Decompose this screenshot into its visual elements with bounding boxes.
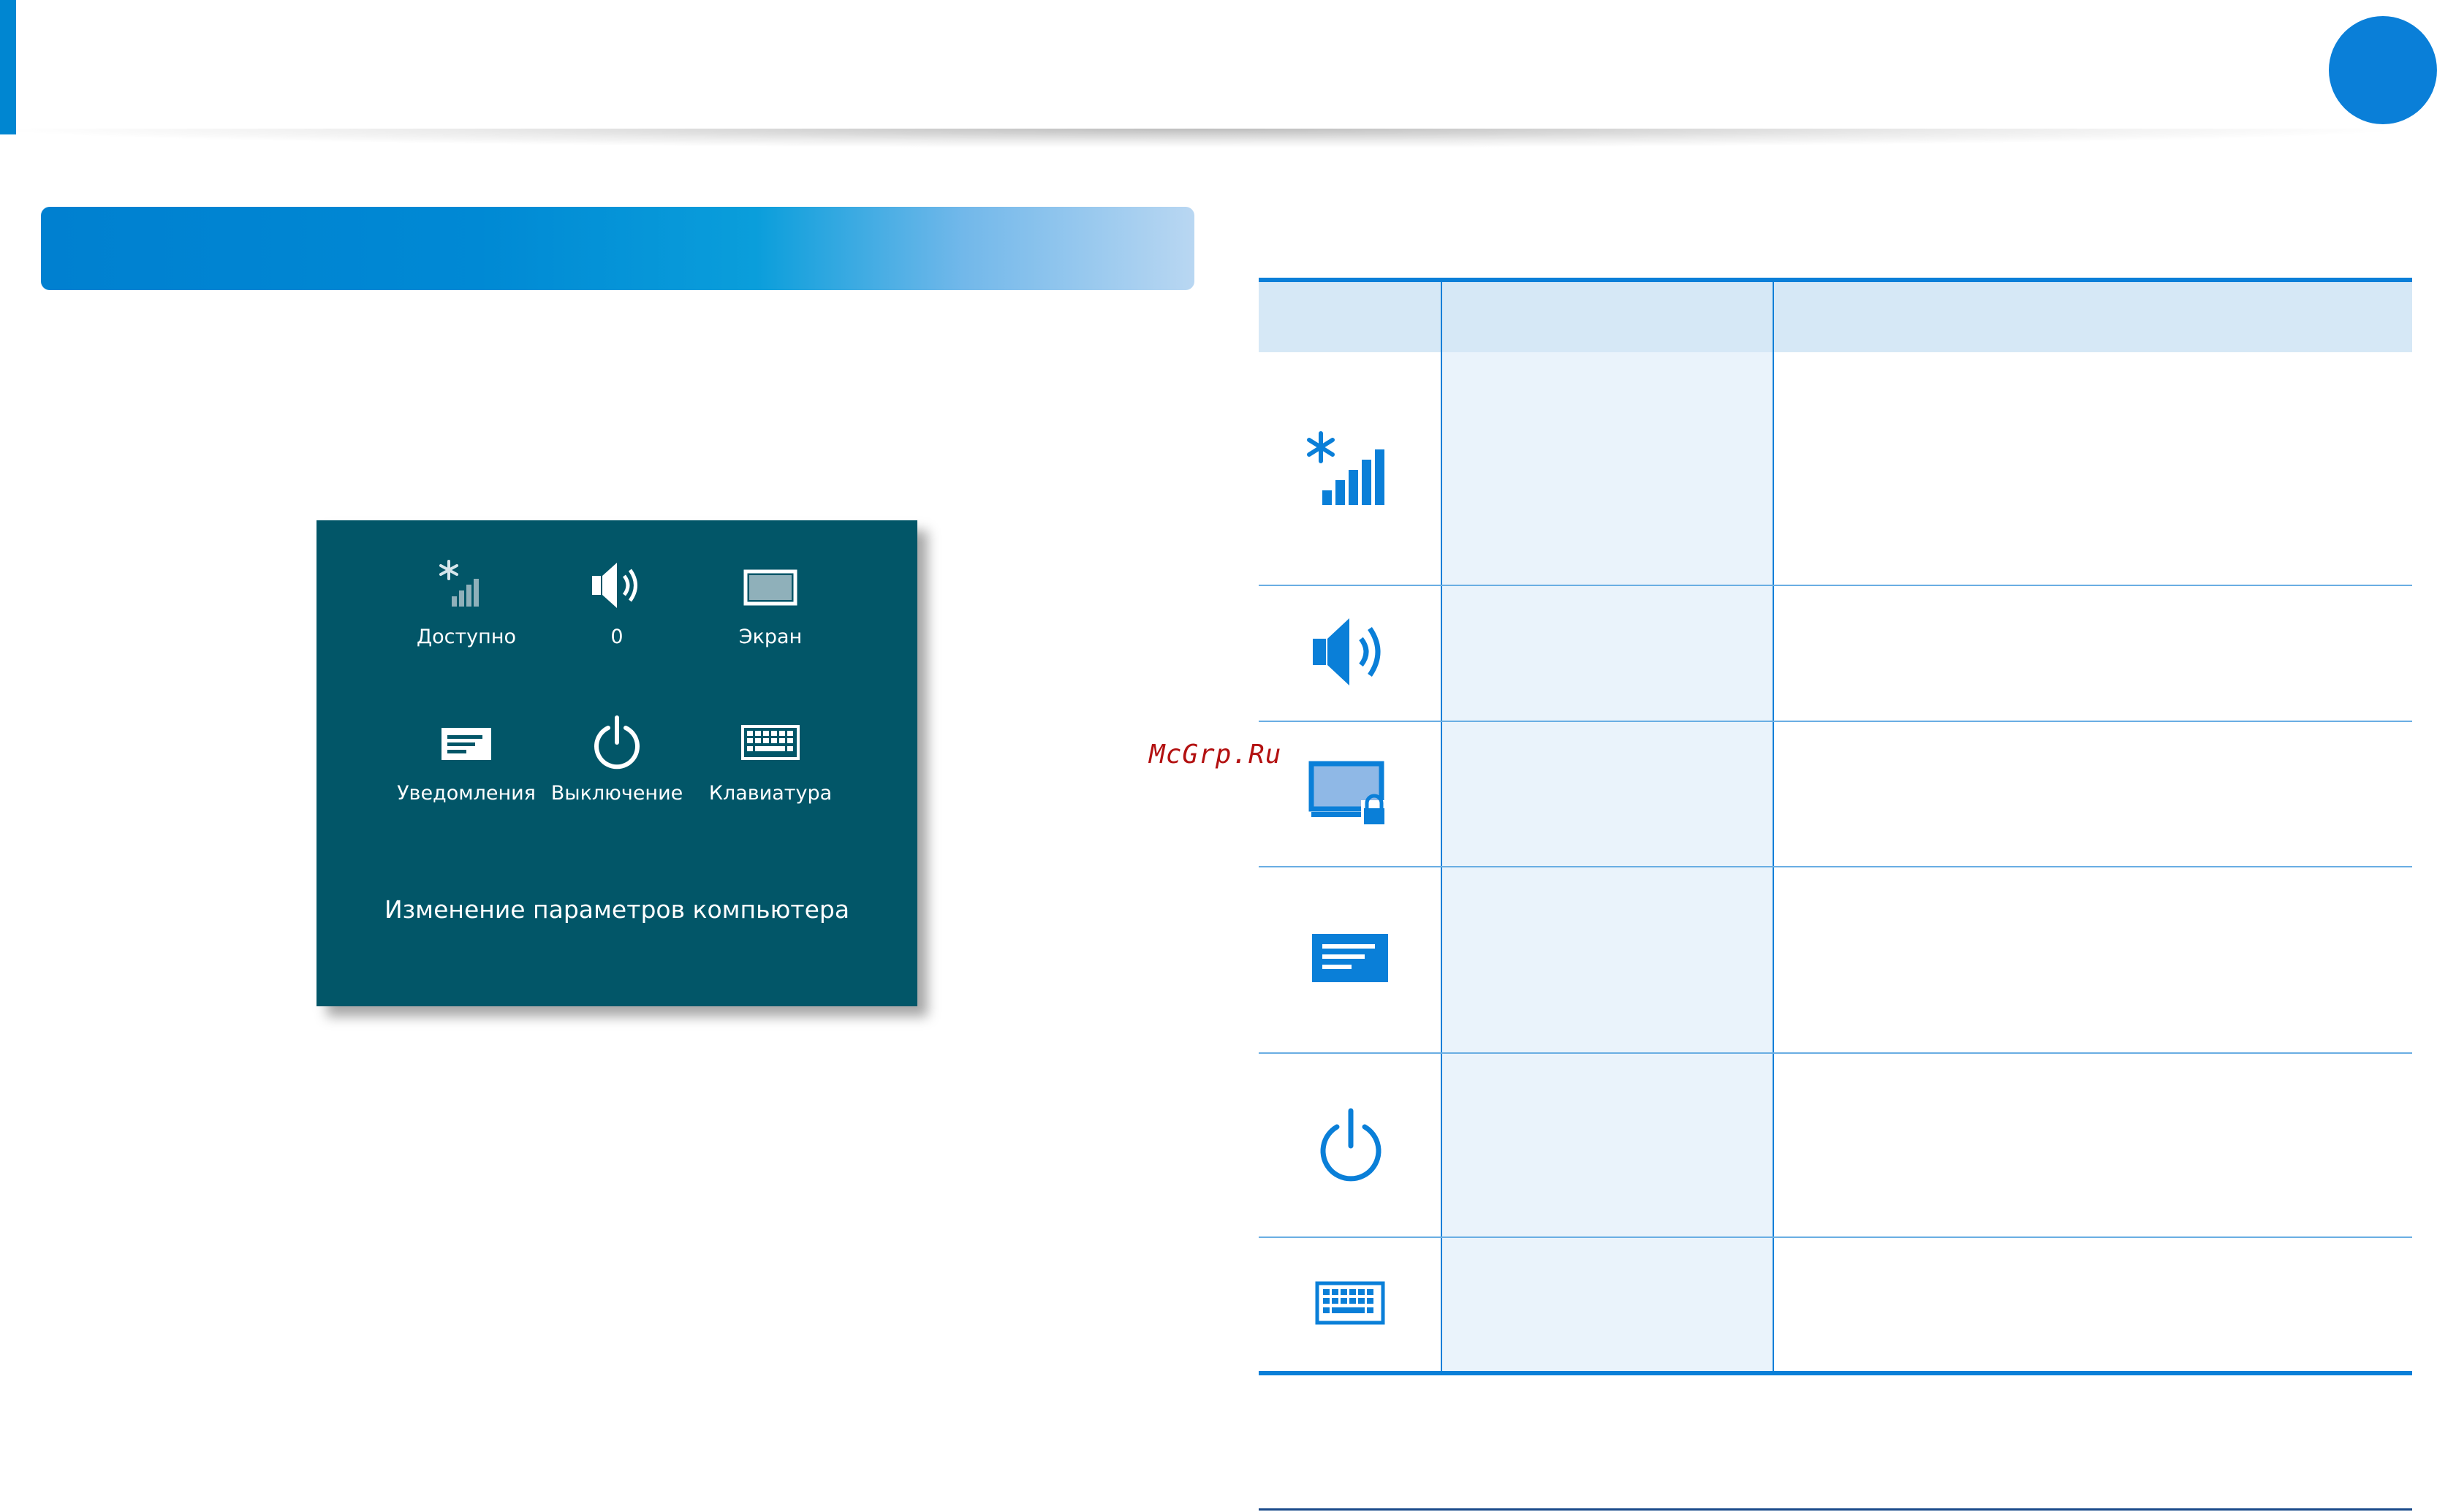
table-column-divider <box>1773 282 1774 1372</box>
power-icon <box>1311 1103 1391 1187</box>
screen-label: Экран <box>738 626 803 648</box>
notifications-icon <box>382 712 550 778</box>
keyboard-label: Клавиатура <box>708 782 833 805</box>
header-divider <box>16 129 2384 148</box>
screen-lock-icon <box>1307 756 1395 832</box>
network-tile[interactable]: Доступно <box>382 555 550 665</box>
network-label: Доступно <box>417 626 516 648</box>
change-pc-settings-link[interactable]: Изменение параметров компьютера <box>317 895 917 924</box>
table-header <box>1259 282 2412 352</box>
volume-icon <box>533 555 701 621</box>
watermark: McGrp.Ru <box>1149 740 1282 770</box>
volume-tile[interactable]: 0 <box>533 555 701 665</box>
power-label: Выключение <box>550 782 683 805</box>
table-row <box>1259 867 1442 1052</box>
notifications-icon <box>1311 930 1391 991</box>
screen-icon <box>686 555 854 621</box>
network-icon <box>1303 428 1398 511</box>
keyboard-icon <box>686 712 854 778</box>
notifications-tile[interactable]: Уведомления <box>382 712 550 821</box>
table-top-rule <box>1259 278 2412 282</box>
table-bottom-rule <box>1259 1371 2412 1375</box>
keyboard-icon <box>1314 1277 1387 1331</box>
table-row <box>1259 722 1442 866</box>
keyboard-tile[interactable]: Клавиатура <box>686 712 854 821</box>
table-row <box>1259 1238 1442 1371</box>
notifications-label: Уведомления <box>397 782 536 805</box>
table-row <box>1259 586 1442 721</box>
network-icon <box>382 555 550 621</box>
footer-rule <box>1259 1508 2412 1511</box>
power-tile[interactable]: Выключение <box>533 712 701 821</box>
volume-label: 0 <box>610 626 624 648</box>
table-row <box>1259 1054 1442 1236</box>
screen-tile[interactable]: Экран <box>686 555 854 665</box>
header-accent-bar <box>0 0 16 134</box>
power-icon <box>533 712 701 778</box>
table-column-bg <box>1442 352 1773 1372</box>
page-number-badge <box>2329 16 2437 124</box>
table-row <box>1259 354 1442 585</box>
settings-charm-panel: Доступно 0 Экран Уведомления Выключение … <box>317 520 917 1006</box>
volume-icon <box>1307 608 1395 699</box>
section-title-bar <box>41 207 1194 290</box>
